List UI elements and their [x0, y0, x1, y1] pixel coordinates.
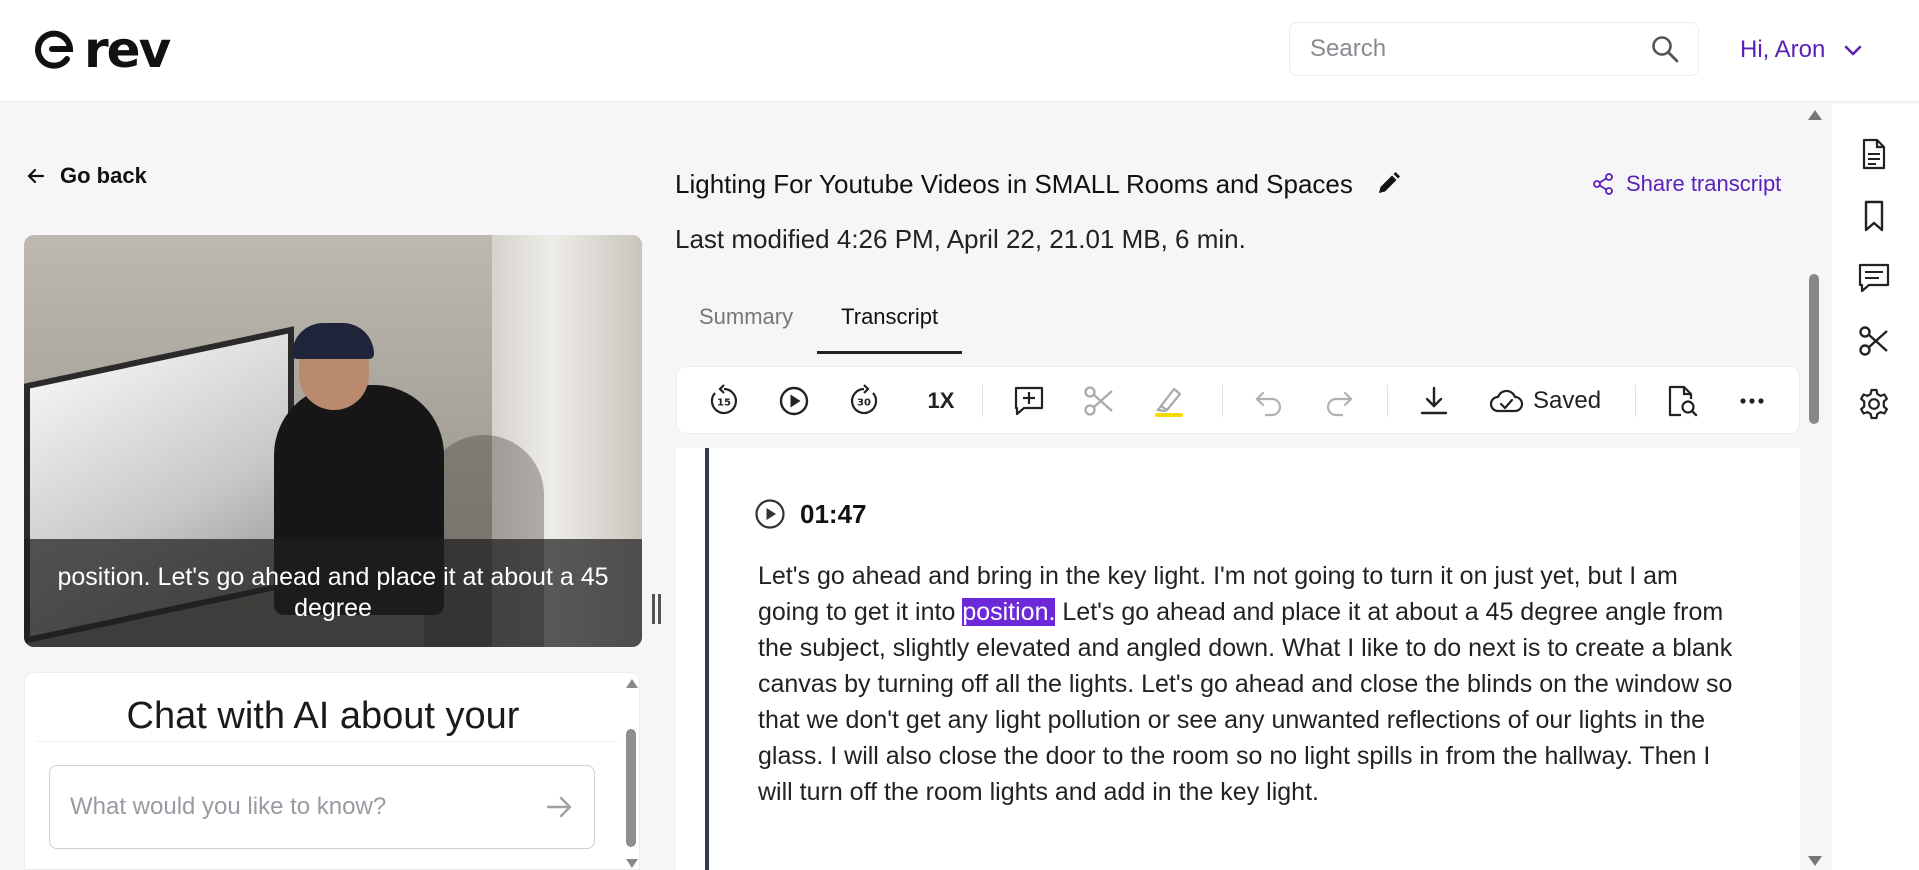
- clip-scissors-button[interactable]: [1082, 381, 1116, 421]
- chat-scroll-thumb[interactable]: [626, 729, 636, 847]
- search-box[interactable]: [1289, 22, 1699, 76]
- rail-bookmark-button[interactable]: [1854, 196, 1894, 236]
- panel-resize-handle[interactable]: [652, 594, 664, 624]
- chat-input-box[interactable]: [49, 765, 595, 849]
- segment-timestamp[interactable]: 01:47: [754, 496, 867, 532]
- scissors-icon: [1084, 386, 1113, 416]
- toolbar-separator: [1635, 385, 1636, 417]
- current-word-highlight: position.: [962, 598, 1056, 626]
- play-button[interactable]: [777, 381, 811, 421]
- bookmark-icon: [1864, 200, 1884, 232]
- main-scrollbar[interactable]: [1806, 104, 1822, 870]
- undo-icon: [1255, 391, 1282, 417]
- share-transcript-link[interactable]: Share transcript: [1592, 168, 1781, 200]
- page-title: Lighting For Youtube Videos in SMALL Roo…: [675, 168, 1353, 199]
- add-comment-button[interactable]: [1012, 381, 1046, 421]
- tab-summary[interactable]: Summary: [675, 290, 817, 354]
- video-player[interactable]: position. Let's go ahead and place it at…: [24, 235, 642, 647]
- chat-divider: [37, 741, 617, 742]
- more-options-button[interactable]: [1735, 381, 1769, 421]
- saved-label: Saved: [1533, 387, 1602, 414]
- highlighter-icon: [1155, 387, 1183, 417]
- main-scroll-down[interactable]: [1808, 856, 1822, 866]
- resize-grip-line: [652, 594, 655, 624]
- main-scroll-up[interactable]: [1808, 110, 1822, 120]
- rev-logo[interactable]: rev: [34, 21, 171, 79]
- resize-grip-line: [658, 594, 661, 624]
- chat-scroll-down[interactable]: [626, 859, 638, 868]
- search-icon[interactable]: [1650, 34, 1680, 64]
- ai-chat-panel: Chat with AI about your: [24, 672, 640, 870]
- transcript-toolbar: 15 30 1X Saved: [676, 366, 1800, 434]
- tab-bar: Summary Transcript: [675, 290, 963, 354]
- undo-button[interactable]: [1252, 381, 1286, 421]
- rewind-15-icon: 15: [710, 384, 737, 415]
- transcript-title-row: Lighting For Youtube Videos in SMALL Roo…: [675, 165, 1401, 203]
- rail-settings-button[interactable]: [1854, 384, 1894, 424]
- playback-speed-button[interactable]: 1X: [921, 381, 961, 421]
- transcript-body: 01:47 Let's go ahead and bring in the ke…: [676, 448, 1800, 870]
- tab-transcript[interactable]: Transcript: [817, 290, 963, 354]
- chat-input[interactable]: [70, 793, 544, 821]
- rail-clips-button[interactable]: [1854, 321, 1894, 361]
- right-side-rail: [1832, 104, 1919, 870]
- toolbar-separator: [1387, 385, 1388, 417]
- send-arrow-icon[interactable]: [544, 792, 574, 822]
- user-greeting: Hi, Aron: [1740, 36, 1826, 63]
- toolbar-separator: [1222, 385, 1223, 417]
- saved-status: Saved: [1489, 381, 1601, 421]
- play-circle-icon: [779, 386, 809, 416]
- video-caption: position. Let's go ahead and place it at…: [24, 539, 642, 647]
- forward-30-icon: 30: [851, 384, 878, 415]
- document-icon: [1862, 138, 1886, 170]
- svg-text:15: 15: [717, 398, 731, 409]
- chevron-down-icon: [1845, 45, 1862, 56]
- timestamp-label: 01:47: [800, 498, 867, 529]
- rail-document-button[interactable]: [1854, 134, 1894, 174]
- transcript-paragraph[interactable]: Let's go ahead and bring in the key ligh…: [758, 558, 1738, 810]
- share-label: Share transcript: [1626, 171, 1782, 196]
- pencil-edit-icon[interactable]: [1375, 171, 1401, 197]
- rev-logo-icon: [35, 30, 74, 69]
- highlight-button[interactable]: [1152, 381, 1186, 421]
- comment-icon: [1858, 263, 1890, 293]
- chat-title: Chat with AI about your: [126, 695, 520, 737]
- add-comment-icon: [1014, 386, 1044, 416]
- redo-button[interactable]: [1322, 381, 1356, 421]
- transcript-text-after: Let's go ahead and place it at about a 4…: [758, 598, 1733, 806]
- find-in-transcript-button[interactable]: [1665, 381, 1699, 421]
- file-metadata: Last modified 4:26 PM, April 22, 21.01 M…: [675, 224, 1246, 254]
- transcript-segment-bar: [705, 448, 709, 870]
- share-icon: [1593, 173, 1613, 195]
- svg-text:30: 30: [857, 398, 871, 409]
- user-menu[interactable]: Hi, Aron: [1740, 30, 1865, 70]
- gear-icon: [1860, 388, 1888, 420]
- main-scroll-thumb[interactable]: [1809, 274, 1819, 424]
- download-button[interactable]: [1417, 381, 1451, 421]
- go-back-link[interactable]: Go back: [26, 160, 147, 192]
- forward-30-button[interactable]: 30: [847, 381, 881, 421]
- go-back-label: Go back: [60, 163, 147, 188]
- chat-scroll-up[interactable]: [626, 679, 638, 688]
- rewind-15-button[interactable]: 15: [707, 381, 741, 421]
- cloud-check-icon: [1489, 389, 1523, 413]
- play-circle-icon[interactable]: [754, 498, 786, 530]
- arrow-left-icon: [27, 168, 45, 184]
- document-search-icon: [1668, 385, 1698, 417]
- chat-scrollbar[interactable]: [623, 673, 639, 869]
- search-input[interactable]: [1310, 35, 1650, 63]
- toolbar-separator: [982, 385, 983, 417]
- download-icon: [1420, 386, 1448, 415]
- more-horizontal-icon: [1740, 398, 1764, 404]
- video-frame-cap: [292, 323, 374, 359]
- logo-text: rev: [84, 21, 171, 79]
- top-header: rev Hi, Aron: [0, 0, 1919, 102]
- redo-icon: [1326, 391, 1353, 417]
- scissors-icon: [1859, 326, 1888, 356]
- rail-comments-button[interactable]: [1854, 258, 1894, 298]
